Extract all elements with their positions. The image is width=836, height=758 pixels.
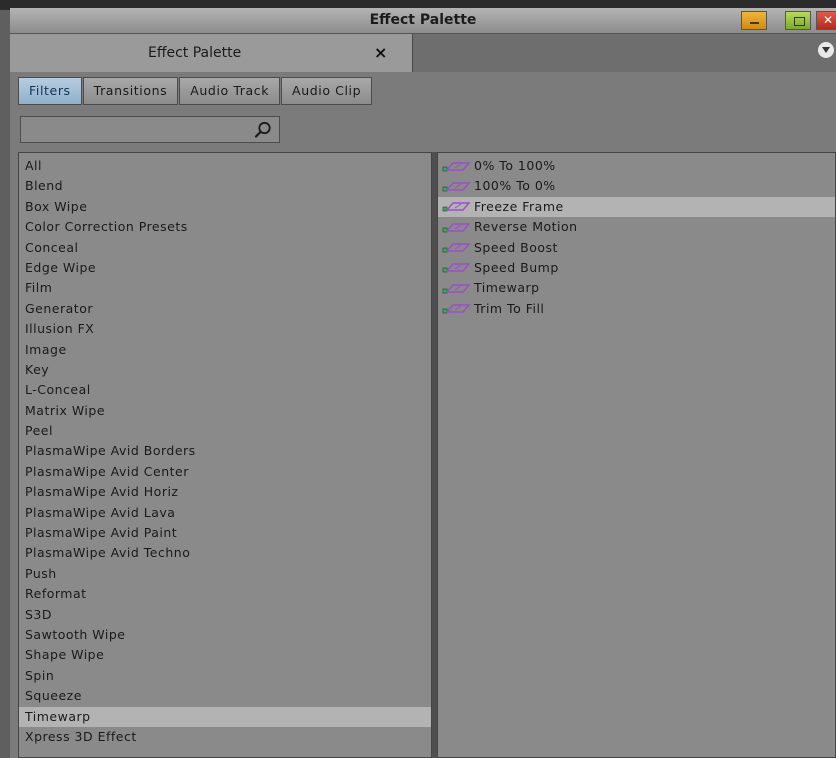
effect-template-icon: [442, 263, 471, 273]
search-input[interactable]: [20, 116, 280, 143]
effect-template-icon: [442, 202, 471, 212]
effect-item-label: Reverse Motion: [474, 219, 578, 235]
window-close-button[interactable]: ✕: [816, 11, 836, 30]
panel-menu-icon[interactable]: [818, 42, 834, 58]
category-item-box-wipe[interactable]: Box Wipe: [19, 197, 431, 217]
maximize-icon: [794, 17, 805, 26]
category-item-plasmawipe-avid-borders[interactable]: PlasmaWipe Avid Borders: [19, 441, 431, 461]
effect-item-speed-boost[interactable]: Speed Boost: [438, 238, 835, 258]
category-item-shape-wipe[interactable]: Shape Wipe: [19, 645, 431, 665]
category-list-panel: All Blend Box Wipe Color Correction Presets…: [18, 152, 432, 758]
tab-audio-track[interactable]: Audio Track: [179, 77, 281, 105]
effect-item-100-to-0[interactable]: 100% To 0%: [438, 176, 835, 196]
category-item-plasmawipe-avid-horiz[interactable]: PlasmaWipe Avid Horiz: [19, 482, 431, 502]
category-item-matrix-wipe[interactable]: Matrix Wipe: [19, 401, 431, 421]
effect-item-label: Timewarp: [474, 280, 540, 296]
effect-template-icon: [442, 284, 471, 294]
window-close-icon: ✕: [822, 13, 834, 27]
category-item-plasmawipe-avid-techno[interactable]: PlasmaWipe Avid Techno: [19, 543, 431, 563]
category-item-all[interactable]: All: [19, 156, 431, 176]
effect-template-icon: [442, 161, 471, 171]
category-item-illusion-fx[interactable]: Illusion FX: [19, 319, 431, 339]
effect-item-0-to-100[interactable]: 0% To 100%: [438, 156, 835, 176]
category-item-color-correction-presets[interactable]: Color Correction Presets: [19, 217, 431, 237]
tab-transitions[interactable]: Transitions: [82, 77, 179, 105]
tab-audio-clip[interactable]: Audio Clip: [281, 77, 373, 105]
window-titlebar[interactable]: Effect Palette ✕: [10, 8, 836, 34]
category-item-key[interactable]: Key: [19, 360, 431, 380]
effect-template-icon: [442, 304, 471, 314]
category-item-timewarp[interactable]: Timewarp: [19, 706, 431, 727]
tab-effect-palette[interactable]: Effect Palette ×: [10, 34, 413, 72]
category-item-plasmawipe-avid-center[interactable]: PlasmaWipe Avid Center: [19, 462, 431, 482]
category-item-xpress-3d-effect[interactable]: Xpress 3D Effect: [19, 727, 431, 747]
effect-item-label: 0% To 100%: [474, 158, 556, 173]
category-item-spin[interactable]: Spin: [19, 666, 431, 686]
category-list: All Blend Box Wipe Color Correction Presets…: [19, 153, 431, 747]
effect-palette-content: Filters Transitions Audio Track Audio Cl…: [10, 72, 836, 758]
category-item-edge-wipe[interactable]: Edge Wipe: [19, 258, 431, 278]
category-item-plasmawipe-avid-lava[interactable]: PlasmaWipe Avid Lava: [19, 503, 431, 523]
panel-tab-bar: Effect Palette ×: [10, 34, 836, 73]
category-item-squeeze[interactable]: Squeeze: [19, 686, 431, 706]
tab-close-icon[interactable]: ×: [374, 43, 387, 62]
category-item-peel[interactable]: Peel: [19, 421, 431, 441]
category-item-conceal[interactable]: Conceal: [19, 238, 431, 258]
effect-template-icon: [442, 182, 471, 192]
effect-item-label: 100% To 0%: [474, 178, 556, 194]
category-item-film[interactable]: Film: [19, 278, 431, 298]
effect-item-freeze-frame[interactable]: Freeze Frame: [438, 196, 835, 218]
effect-item-timewarp[interactable]: Timewarp: [438, 278, 835, 298]
effect-item-reverse-motion[interactable]: Reverse Motion: [438, 217, 835, 237]
filter-tab-group: Filters Transitions Audio Track Audio Cl…: [18, 77, 373, 105]
tab-filters[interactable]: Filters: [18, 77, 82, 105]
effect-template-icon: [442, 222, 471, 232]
effect-list-panel: 0% To 100% 100% To 0% Freeze Frame Reverse …: [437, 152, 836, 758]
effect-template-icon: [442, 243, 471, 253]
effect-list: 0% To 100% 100% To 0% Freeze Frame Reverse …: [438, 153, 835, 319]
category-item-reformat[interactable]: Reformat: [19, 584, 431, 604]
window-title: Effect Palette: [369, 12, 477, 28]
effect-item-speed-bump[interactable]: Speed Bump: [438, 258, 835, 278]
maximize-button[interactable]: [785, 11, 811, 30]
category-item-image[interactable]: Image: [19, 340, 431, 360]
search-icon[interactable]: [253, 120, 273, 140]
effect-item-label: Trim To Fill: [474, 300, 545, 316]
effect-item-label: Speed Boost: [474, 239, 558, 255]
category-item-generator[interactable]: Generator: [19, 299, 431, 319]
minimize-button[interactable]: [741, 11, 767, 30]
effect-item-label: Freeze Frame: [474, 198, 564, 214]
effect-item-label: Speed Bump: [474, 259, 559, 275]
category-item-blend[interactable]: Blend: [19, 176, 431, 196]
minimize-icon: [750, 22, 759, 24]
category-item-plasmawipe-avid-paint[interactable]: PlasmaWipe Avid Paint: [19, 523, 431, 543]
effect-item-trim-to-fill[interactable]: Trim To Fill: [438, 299, 835, 319]
category-item-sawtooth-wipe[interactable]: Sawtooth Wipe: [19, 625, 431, 645]
category-item-s3d[interactable]: S3D: [19, 605, 431, 625]
category-item-push[interactable]: Push: [19, 564, 431, 584]
tab-label: Effect Palette: [148, 45, 242, 61]
category-item-l-conceal[interactable]: L-Conceal: [19, 380, 431, 400]
